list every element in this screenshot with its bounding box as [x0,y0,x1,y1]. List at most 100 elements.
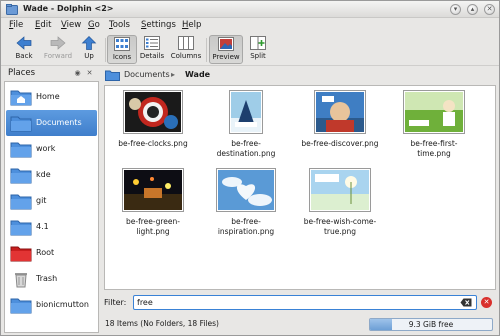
columns-view-icon [178,36,194,50]
menu-help[interactable]: Help [182,20,201,30]
file-item[interactable]: be-free-green-light.png [106,168,200,237]
toolbar-separator [105,38,106,62]
file-thumbnail[interactable] [309,168,371,212]
file-thumbnail[interactable] [229,90,263,134]
toolbar-separator [206,38,207,62]
up-button[interactable]: Up [72,35,106,64]
home-folder-icon [10,88,32,106]
file-item[interactable]: be-free-inspiration.png [199,168,293,237]
menu-settings[interactable]: Settings [141,20,176,30]
free-space-indicator[interactable]: 9.3 GiB free [369,318,493,331]
close-filter-icon[interactable]: ✕ [481,297,492,308]
file-thumbnail[interactable] [122,168,184,212]
menu-edit[interactable]: Edit [35,20,51,30]
clear-text-icon[interactable] [460,298,472,307]
folder-icon [10,296,32,314]
place-item-trash[interactable]: Trash [6,266,97,292]
details-view-button[interactable]: Details [137,35,167,64]
place-item-label: 4.1 [36,222,49,231]
folder-icon [10,218,32,236]
columns-view-button[interactable]: Columns [168,35,204,64]
maximize-icon[interactable]: ▴ [467,4,478,15]
icons-view-icon [114,37,130,51]
icons-view-button[interactable]: Icons [107,35,137,64]
file-name[interactable]: be-free-destination.png [211,139,281,159]
forward-arrow-icon [50,36,66,50]
place-item-label: Documents [36,118,82,127]
folder-icon [10,166,32,184]
place-item-work[interactable]: work [6,136,97,162]
forward-button[interactable]: Forward [41,35,75,64]
menu-go[interactable]: Go [88,20,100,30]
breadcrumb-current[interactable]: Wade [185,70,210,79]
place-item-label: Home [36,92,60,101]
place-item-documents[interactable]: Documents [6,110,97,136]
main-toolbar: Back Forward Up Icons Details Columns Pr… [1,33,499,66]
menu-view[interactable]: View [61,20,81,30]
file-thumbnail[interactable] [123,90,183,134]
place-item-label: git [36,196,47,205]
breadcrumb-documents[interactable]: Documents [124,70,170,79]
window-title: Wade - Dolphin <2> [23,4,114,13]
filter-input[interactable] [133,295,477,310]
file-view[interactable]: be-free-clocks.png be-free-destination.pn… [104,85,496,290]
places-panel: Home Documents work kde git 4.1 Root Trash bioni… [4,81,99,333]
back-button[interactable]: Back [7,35,41,64]
preview-button[interactable]: Preview [209,35,243,64]
close-window-icon[interactable]: ✕ [484,4,495,15]
red-folder-icon [10,244,32,262]
menu-file[interactable]: File [9,20,23,30]
minimize-icon[interactable]: ▾ [450,4,461,15]
filter-label: Filter: [104,298,127,307]
file-name[interactable]: be-free-first-time.png [399,139,469,159]
dolphin-window: Wade - Dolphin <2> ▾ ▴ ✕ File Edit View … [0,0,500,336]
places-title: Places [8,68,36,78]
folder-icon [105,70,120,81]
file-item[interactable]: be-free-destination.png [199,90,293,159]
dolphin-app-icon [6,4,18,15]
place-item-4-1[interactable]: 4.1 [6,214,97,240]
back-arrow-icon [16,36,32,50]
file-item[interactable]: be-free-wish-come-true.png [293,168,387,237]
file-thumbnail[interactable] [216,168,276,212]
title-bar[interactable]: Wade - Dolphin <2> ▾ ▴ ✕ [1,1,499,18]
split-button[interactable]: Split [244,35,272,64]
up-arrow-icon [81,36,97,50]
places-panel-header: Places ◉ ✕ [1,67,101,80]
place-item-kde[interactable]: kde [6,162,97,188]
menu-bar: File Edit View Go Tools Settings Help [1,18,499,33]
float-panel-icon[interactable]: ◉ [73,69,82,78]
file-thumbnail[interactable] [314,90,366,134]
close-panel-icon[interactable]: ✕ [85,69,94,78]
place-item-label: Trash [36,274,58,283]
place-item-home[interactable]: Home [6,84,97,110]
file-name[interactable]: be-free-wish-come-true.png [300,217,380,237]
split-view-icon [250,36,266,50]
file-item[interactable]: be-free-first-time.png [387,90,481,159]
file-name[interactable]: be-free-green-light.png [123,217,183,237]
place-item-label: kde [36,170,51,179]
file-name[interactable]: be-free-inspiration.png [211,217,281,237]
file-name[interactable]: be-free-clocks.png [106,139,200,149]
free-space-label: 9.3 GiB free [408,320,454,329]
file-item[interactable]: be-free-discover.png [293,90,387,149]
place-item-git[interactable]: git [6,188,97,214]
place-item-label: bionicmutton [36,300,89,309]
breadcrumb-separator-icon[interactable]: ▸ [171,70,175,79]
folder-icon [10,192,32,210]
file-thumbnail[interactable] [403,90,465,134]
details-view-icon [144,36,160,50]
status-bar: 18 Items (No Folders, 18 Files) 9.3 GiB … [1,315,499,335]
menu-tools[interactable]: Tools [109,20,130,30]
file-item[interactable]: be-free-clocks.png [106,90,200,149]
trash-icon [10,270,32,288]
filter-bar: Filter: ✕ [104,294,498,312]
breadcrumb: Documents ▸ Wade [104,67,496,84]
preview-icon [218,37,234,51]
place-item-label: Root [36,248,55,257]
folder-icon [10,114,32,132]
file-name[interactable]: be-free-discover.png [300,139,380,149]
folder-icon [10,140,32,158]
place-item-label: work [36,144,56,153]
place-item-root[interactable]: Root [6,240,97,266]
